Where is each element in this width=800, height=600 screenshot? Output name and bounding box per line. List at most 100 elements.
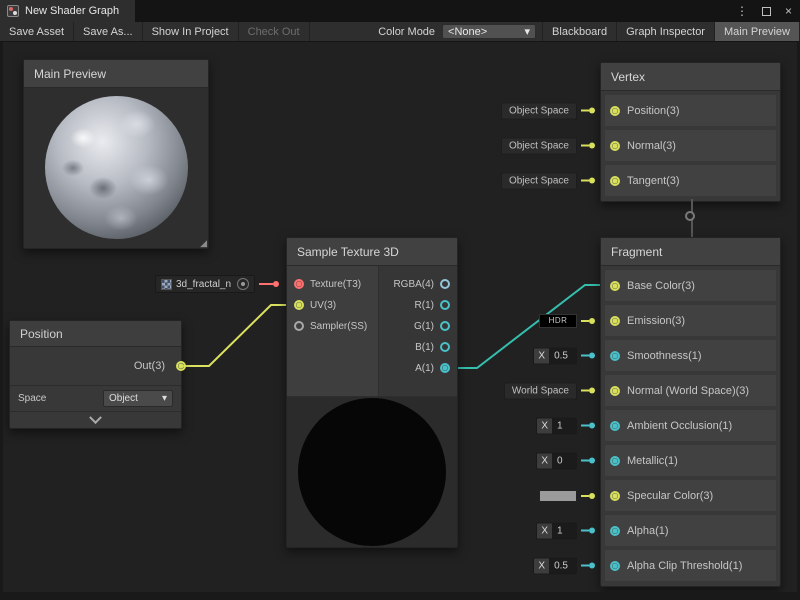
b-output-port[interactable] bbox=[440, 342, 450, 352]
port-label: Tangent(3) bbox=[627, 175, 680, 187]
output-row-b: B(1) bbox=[415, 340, 450, 354]
space-value: Object bbox=[109, 393, 138, 404]
uv-input-port[interactable] bbox=[294, 300, 304, 310]
float-field[interactable]: X 0 bbox=[536, 452, 577, 469]
space-dropdown[interactable]: Object ▾ bbox=[103, 390, 173, 407]
resize-handle-icon[interactable]: ◢ bbox=[200, 239, 207, 248]
space-badge[interactable]: World Space bbox=[504, 382, 577, 399]
connector-dot bbox=[589, 423, 595, 429]
texture-default-connector: 3d_fractal_n bbox=[155, 275, 279, 293]
normal-ws-port[interactable] bbox=[610, 386, 620, 396]
axis-label: X bbox=[537, 523, 552, 538]
float-field[interactable]: X 1 bbox=[536, 522, 577, 539]
smoothness-port[interactable] bbox=[610, 351, 620, 361]
connector-line bbox=[581, 565, 589, 567]
tab-new-shader-graph[interactable]: New Shader Graph bbox=[0, 0, 135, 22]
blackboard-toggle-button[interactable]: Blackboard bbox=[542, 22, 617, 41]
port-label: Smoothness(1) bbox=[627, 350, 702, 362]
texture-input-port[interactable] bbox=[294, 279, 304, 289]
connector-dot bbox=[589, 353, 595, 359]
save-asset-button[interactable]: Save Asset bbox=[0, 22, 74, 41]
float-value[interactable]: 1 bbox=[552, 523, 576, 538]
float-value[interactable]: 0.5 bbox=[549, 558, 576, 573]
axis-label: X bbox=[534, 348, 549, 363]
save-as-button[interactable]: Save As... bbox=[74, 22, 143, 41]
default-connector: Object Space bbox=[501, 137, 595, 154]
out-port[interactable] bbox=[176, 361, 186, 371]
space-badge[interactable]: Object Space bbox=[501, 102, 577, 119]
connector-line bbox=[581, 110, 589, 112]
sampler-input-port[interactable] bbox=[294, 321, 304, 331]
float-value[interactable]: 0 bbox=[552, 453, 576, 468]
show-in-project-button[interactable]: Show In Project bbox=[143, 22, 239, 41]
fragment-row-alpha: X 1 Alpha(1) bbox=[605, 515, 776, 546]
main-preview-toggle-button[interactable]: Main Preview bbox=[715, 22, 800, 41]
sample-node-title: Sample Texture 3D bbox=[287, 238, 457, 266]
stack-connector-dot bbox=[685, 211, 695, 221]
float-value[interactable]: 1 bbox=[552, 418, 576, 433]
wire-position-out-to-uv[interactable] bbox=[179, 305, 297, 366]
metallic-port[interactable] bbox=[610, 456, 620, 466]
normal-port[interactable] bbox=[610, 141, 620, 151]
connector-dot bbox=[589, 143, 595, 149]
alpha-port[interactable] bbox=[610, 526, 620, 536]
port-label: Texture(T3) bbox=[310, 279, 361, 290]
float-field[interactable]: X 0.5 bbox=[533, 347, 577, 364]
color-mode-dropdown[interactable]: <None> ▾ bbox=[442, 24, 536, 39]
graph-inspector-toggle-button[interactable]: Graph Inspector bbox=[617, 22, 715, 41]
connector-dot bbox=[589, 563, 595, 569]
main-preview-panel[interactable]: Main Preview ◢ bbox=[23, 59, 209, 249]
port-label: Emission(3) bbox=[627, 315, 685, 327]
node-sample-texture-3d[interactable]: Sample Texture 3D Texture(T3) UV(3) Samp… bbox=[286, 237, 458, 548]
alpha-clip-threshold-port[interactable] bbox=[610, 561, 620, 571]
color-mode-value: <None> bbox=[448, 26, 487, 38]
float-field[interactable]: X 1 bbox=[536, 417, 577, 434]
collapse-row[interactable] bbox=[10, 411, 181, 428]
base-color-port[interactable] bbox=[610, 281, 620, 291]
close-icon[interactable]: × bbox=[785, 4, 792, 18]
object-picker-icon[interactable] bbox=[237, 278, 249, 290]
texture-thumbnail-icon bbox=[161, 279, 172, 290]
tab-title: New Shader Graph bbox=[25, 5, 119, 17]
float-field[interactable]: X 0.5 bbox=[533, 557, 577, 574]
connector-line bbox=[581, 460, 589, 462]
default-connector: X 0.5 bbox=[533, 557, 595, 574]
preview-sphere-image[interactable] bbox=[45, 96, 188, 239]
texture-object-field[interactable]: 3d_fractal_n bbox=[155, 275, 255, 293]
position-out-row: Out(3) bbox=[10, 347, 181, 385]
connector-line bbox=[581, 425, 589, 427]
position-title: Position bbox=[10, 321, 181, 347]
shader-graph-icon bbox=[7, 5, 19, 17]
float-value[interactable]: 0.5 bbox=[549, 348, 576, 363]
tangent-port[interactable] bbox=[610, 176, 620, 186]
r-output-port[interactable] bbox=[440, 300, 450, 310]
port-label: Normal(3) bbox=[627, 140, 676, 152]
specular-color-port[interactable] bbox=[610, 491, 620, 501]
window-controls: ⋮ × bbox=[736, 0, 792, 22]
kebab-menu-icon[interactable]: ⋮ bbox=[736, 4, 748, 18]
space-badge[interactable]: Object Space bbox=[501, 137, 577, 154]
input-row-uv: UV(3) bbox=[294, 298, 336, 312]
axis-label: X bbox=[537, 453, 552, 468]
rgba-output-port[interactable] bbox=[440, 279, 450, 289]
node-fragment[interactable]: Fragment Base Color(3) HDR Emission(3) X bbox=[600, 237, 781, 587]
ambient-occlusion-port[interactable] bbox=[610, 421, 620, 431]
a-output-port[interactable] bbox=[440, 363, 450, 373]
node-position[interactable]: Position Out(3) Space Object ▾ bbox=[9, 320, 182, 429]
default-connector: World Space bbox=[504, 382, 595, 399]
graph-canvas[interactable]: Main Preview ◢ Vertex Object Space Posit… bbox=[0, 42, 800, 600]
color-swatch[interactable] bbox=[539, 490, 577, 502]
input-row-sampler: Sampler(SS) bbox=[294, 319, 367, 333]
connector-dot bbox=[589, 493, 595, 499]
space-badge[interactable]: Object Space bbox=[501, 172, 577, 189]
connector-line bbox=[581, 390, 589, 392]
hdr-color-field[interactable]: HDR bbox=[539, 314, 577, 328]
connector-dot bbox=[589, 528, 595, 534]
output-row-rgba: RGBA(4) bbox=[393, 277, 450, 291]
maximize-icon[interactable] bbox=[762, 7, 771, 16]
main-preview-body: ◢ bbox=[24, 88, 208, 248]
emission-port[interactable] bbox=[610, 316, 620, 326]
position-port[interactable] bbox=[610, 106, 620, 116]
g-output-port[interactable] bbox=[440, 321, 450, 331]
node-vertex[interactable]: Vertex Object Space Position(3) Object S… bbox=[600, 62, 781, 202]
